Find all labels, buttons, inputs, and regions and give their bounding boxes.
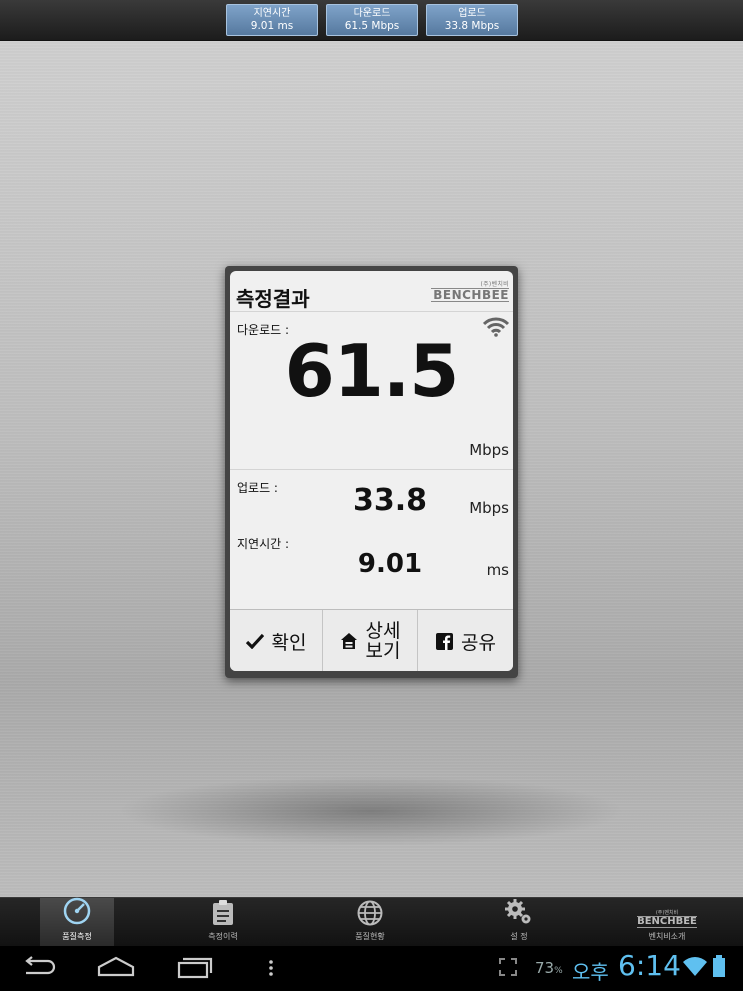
- confirm-button[interactable]: 확인: [230, 610, 322, 671]
- tab-status-label: 품질현황: [355, 932, 385, 941]
- upload-label: 업로드 :: [237, 481, 278, 495]
- house-icon: [340, 632, 358, 650]
- checkmark-icon: [245, 633, 264, 649]
- upload-value: 33.8: [352, 483, 428, 518]
- tab-history[interactable]: 측정이력: [168, 898, 278, 946]
- latency-stat-value: 9.01 ms: [250, 20, 294, 32]
- download-value: 61.5: [284, 329, 460, 413]
- time-ampm: 오후: [572, 960, 609, 984]
- tab-history-label: 측정이력: [208, 932, 238, 941]
- clock-time: 6:14: [618, 949, 681, 982]
- tab-status[interactable]: 품질현황: [315, 898, 425, 946]
- about-logo-company: (주)벤치비: [655, 910, 679, 916]
- confirm-label: 확인: [271, 631, 307, 654]
- result-dialog: 측정결과 (주)벤치비 BENCHBEE 다운로드 : 61.5 Mbps 업로…: [225, 266, 518, 678]
- share-label: 공유: [461, 631, 496, 654]
- tab-quality-test[interactable]: 품질측정: [40, 896, 114, 946]
- detail-button[interactable]: 상세 보기: [322, 610, 417, 671]
- logo-company: (주)벤치비: [480, 281, 509, 288]
- latency-unit: ms: [486, 561, 509, 579]
- tab-settings[interactable]: 설 정: [464, 898, 574, 946]
- upload-stat-value: 33.8 Mbps: [444, 20, 500, 32]
- divider: [230, 311, 513, 312]
- bottom-bar: 품질측정 측정이력 품질현황 설 정 (주)벤치비 BENCHBEE 벤치비소개…: [0, 897, 743, 991]
- benchbee-logo: (주)벤치비 BENCHBEE: [431, 279, 509, 305]
- system-nav-bar: 73% 오후 6:14: [0, 945, 743, 991]
- battery-icon: [712, 955, 726, 981]
- app-tab-bar: 품질측정 측정이력 품질현황 설 정 (주)벤치비 BENCHBEE 벤치비소개: [0, 897, 743, 946]
- latency-stat: 지연시간 9.01 ms: [226, 4, 318, 36]
- gears-icon: [504, 898, 534, 928]
- tab-about-label: 벤치비소개: [648, 932, 686, 941]
- tab-settings-label: 설 정: [510, 932, 528, 941]
- top-stats-bar: 지연시간 9.01 ms 다운로드 61.5 Mbps 업로드 33.8 Mbp…: [0, 0, 743, 41]
- tab-about[interactable]: (주)벤치비 BENCHBEE 벤치비소개: [612, 898, 722, 946]
- detail-label-line2: 보기: [365, 640, 401, 662]
- upload-unit: Mbps: [469, 499, 509, 517]
- battery-percent: 73%: [535, 959, 563, 977]
- tab-quality-test-label: 품질측정: [62, 932, 92, 941]
- download-stat-label: 다운로드: [353, 8, 391, 19]
- detail-label-line1: 상세: [365, 620, 401, 642]
- divider: [230, 469, 513, 470]
- latency-value: 9.01: [357, 549, 423, 579]
- result-panel: 측정결과 (주)벤치비 BENCHBEE 다운로드 : 61.5 Mbps 업로…: [230, 271, 513, 671]
- back-icon[interactable]: [22, 955, 56, 983]
- speedometer-icon: [62, 896, 92, 928]
- share-button[interactable]: 공유: [417, 610, 513, 671]
- upload-stat: 업로드 33.8 Mbps: [426, 4, 518, 36]
- clipboard-icon: [212, 900, 234, 928]
- fullscreen-icon[interactable]: [498, 957, 518, 981]
- latency-stat-label: 지연시간: [253, 8, 291, 19]
- download-unit: Mbps: [469, 441, 509, 459]
- dialog-title: 측정결과: [236, 287, 310, 311]
- globe-icon: [357, 900, 383, 928]
- menu-icon[interactable]: [268, 959, 274, 981]
- facebook-icon: [436, 632, 454, 650]
- recent-apps-icon[interactable]: [177, 955, 213, 983]
- home-icon[interactable]: [97, 955, 135, 983]
- logo-text: BENCHBEE: [431, 288, 509, 302]
- benchbee-logo: BENCHBEE: [637, 916, 697, 928]
- latency-label: 지연시간 :: [237, 537, 290, 551]
- wifi-signal-icon: [682, 955, 708, 981]
- upload-stat-label: 업로드: [458, 8, 486, 19]
- dialog-buttons: 확인 상세 보기 공유: [230, 609, 513, 671]
- download-stat-value: 61.5 Mbps: [344, 20, 400, 32]
- battery-percent-value: 73: [535, 959, 555, 977]
- download-stat: 다운로드 61.5 Mbps: [326, 4, 418, 36]
